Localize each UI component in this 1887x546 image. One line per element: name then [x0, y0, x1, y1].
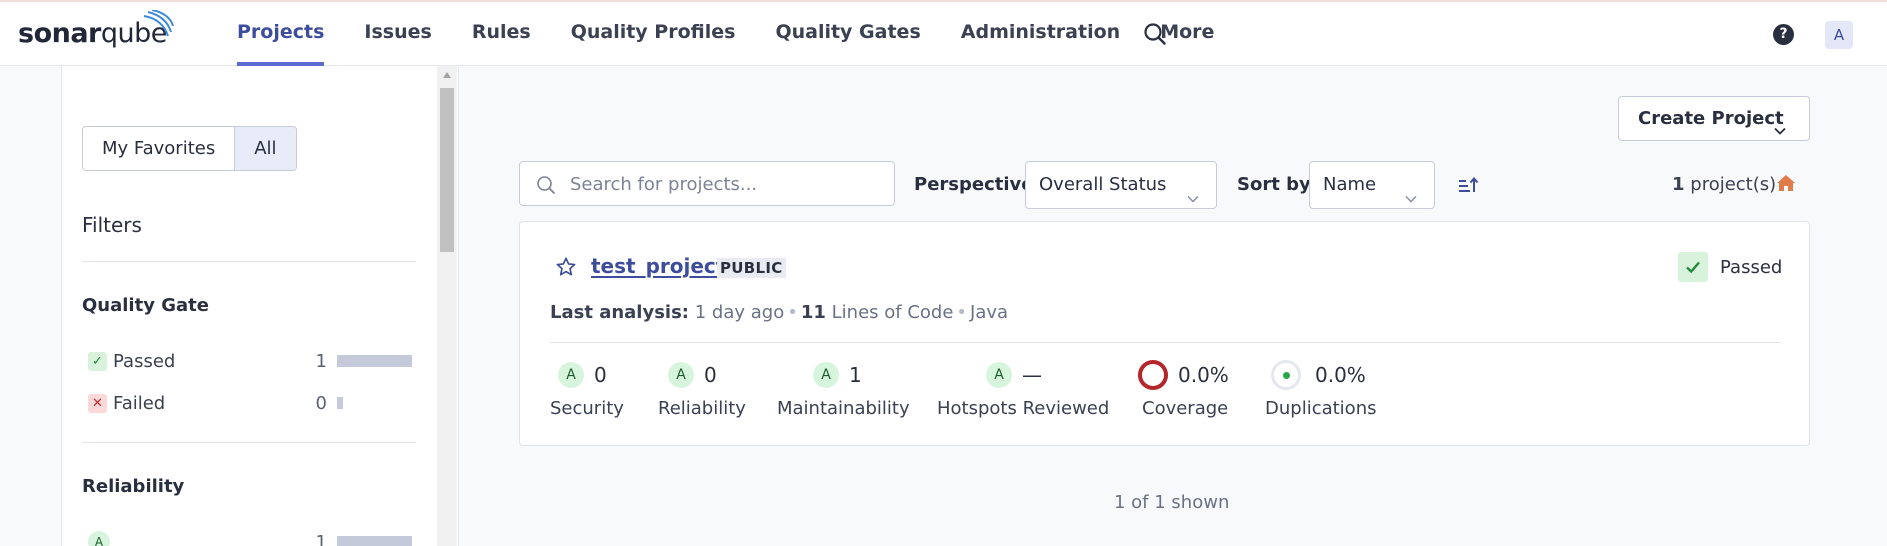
- rating-a-badge: A: [668, 362, 694, 388]
- chevron-down-icon: [1773, 111, 1787, 154]
- facet-count: 1: [315, 531, 327, 546]
- sort-select[interactable]: Name: [1309, 161, 1435, 209]
- perspective-select[interactable]: Overall Status: [1025, 161, 1217, 209]
- create-project-button[interactable]: Create Project: [1618, 96, 1810, 141]
- search-icon: [537, 176, 555, 194]
- project-card: test_project PUBLIC Passed Last analysis…: [519, 221, 1810, 446]
- facet-label: Failed: [113, 392, 166, 414]
- search-icon[interactable]: [1143, 22, 1167, 46]
- facet-bar: [337, 397, 343, 409]
- facet-count: 1: [315, 350, 327, 372]
- nav-rules[interactable]: Rules: [452, 2, 551, 66]
- main-nav: Projects Issues Rules Quality Profiles Q…: [237, 2, 1234, 66]
- quality-gate-facet-title[interactable]: Quality Gate: [82, 295, 209, 316]
- sonarqube-logo[interactable]: sonar qube: [18, 10, 174, 54]
- rating-a-badge: A: [558, 362, 584, 388]
- rating-a-badge: A: [986, 362, 1012, 388]
- filters-title: Filters: [82, 213, 142, 237]
- divider: [82, 442, 416, 443]
- metric-security[interactable]: A0 Security: [550, 358, 624, 419]
- top-navbar: sonar qube Projects Issues Rules Quality …: [0, 0, 1887, 66]
- perspective-label: Perspective: [914, 174, 1034, 195]
- help-icon[interactable]: ?: [1773, 24, 1794, 45]
- visibility-badge: PUBLIC: [717, 258, 786, 278]
- quality-gate-label: Passed: [1720, 256, 1783, 278]
- metric-coverage[interactable]: 0.0% Coverage: [1138, 358, 1229, 419]
- scroll-up-arrow-icon[interactable]: [443, 72, 451, 78]
- check-icon: ✓: [88, 351, 107, 371]
- scroll-thumb[interactable]: [440, 88, 454, 252]
- nav-quality-gates[interactable]: Quality Gates: [755, 2, 940, 66]
- project-name-link[interactable]: test_project: [591, 254, 725, 278]
- nav-quality-profiles[interactable]: Quality Profiles: [551, 2, 756, 66]
- duplications-dot-icon: [1271, 360, 1301, 390]
- sort-by-label: Sort by: [1237, 174, 1311, 195]
- cross-icon: ✕: [88, 393, 107, 413]
- star-icon[interactable]: [555, 256, 577, 278]
- search-input[interactable]: [570, 172, 880, 196]
- avatar[interactable]: A: [1825, 21, 1853, 49]
- facet-count: 0: [315, 392, 327, 414]
- nav-administration[interactable]: Administration: [941, 2, 1140, 66]
- metric-maintainability[interactable]: A1 Maintainability: [777, 358, 910, 419]
- reliability-facet-title[interactable]: Reliability: [82, 476, 184, 497]
- home-icon[interactable]: [1776, 173, 1796, 193]
- metric-duplications[interactable]: 0.0% Duplications: [1265, 358, 1376, 419]
- rating-a-badge: A: [813, 362, 839, 388]
- check-icon: [1678, 252, 1708, 282]
- sort-ascending-icon[interactable]: [1457, 175, 1479, 195]
- nav-projects[interactable]: Projects: [237, 2, 344, 66]
- facet-failed[interactable]: ✕ Failed 0: [88, 391, 412, 415]
- chevron-down-icon: [1186, 178, 1200, 224]
- project-search-box[interactable]: [519, 161, 895, 206]
- logo-waves-icon: [143, 10, 174, 37]
- facet-passed[interactable]: ✓ Passed 1: [88, 349, 412, 373]
- my-favorites-button[interactable]: My Favorites: [83, 127, 234, 170]
- facet-reliability-a[interactable]: A 1: [88, 530, 412, 546]
- shown-count: 1 of 1 shown: [1114, 492, 1230, 513]
- sidebar-scrollbar[interactable]: [437, 66, 457, 546]
- metric-hotspots-reviewed[interactable]: A — Hotspots Reviewed: [937, 358, 1109, 419]
- metric-reliability[interactable]: A0 Reliability: [658, 358, 746, 419]
- chevron-down-icon: [1404, 178, 1418, 224]
- facet-bar: [337, 355, 412, 367]
- divider: [550, 342, 1781, 343]
- favorites-toggle: My Favorites All: [82, 126, 297, 171]
- divider: [82, 261, 416, 262]
- nav-issues[interactable]: Issues: [344, 2, 451, 66]
- rating-a-badge: A: [88, 531, 110, 546]
- coverage-ring-icon: [1138, 360, 1168, 390]
- left-gutter: [0, 66, 62, 546]
- facet-label: Passed: [113, 350, 176, 372]
- facet-bar: [337, 536, 412, 546]
- all-button[interactable]: All: [234, 127, 296, 170]
- last-analysis-line: Last analysis: 1 day ago • 11 Lines of Cod…: [550, 302, 1009, 323]
- project-count: 1 project(s): [1672, 174, 1777, 195]
- quality-gate-status: Passed: [1678, 252, 1782, 282]
